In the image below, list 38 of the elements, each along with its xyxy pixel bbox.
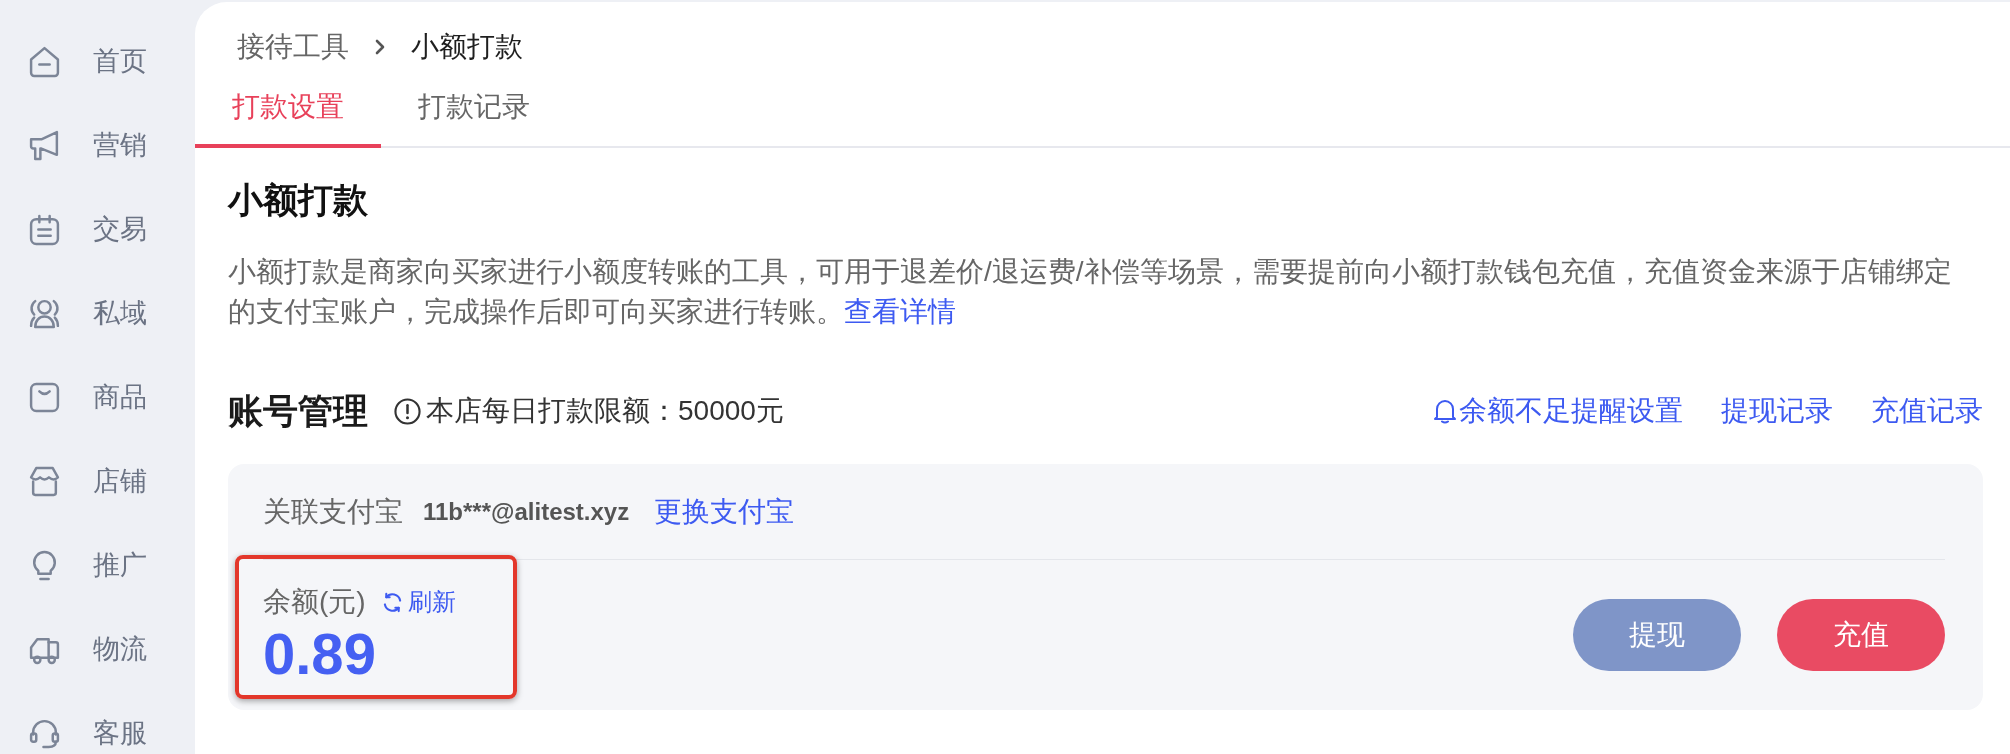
breadcrumb-current: 小额打款	[411, 30, 523, 64]
recharge-button[interactable]: 充值	[1777, 598, 1945, 671]
sidebar-item[interactable]: 首页	[0, 19, 195, 103]
sidebar-item[interactable]: 店铺	[0, 439, 195, 523]
refresh-button[interactable]: 刷新	[381, 586, 456, 618]
chevron-right-icon	[375, 39, 385, 55]
description-text: 小额打款是商家向买家进行小额度转账的工具，可用于退差价/退运费/补偿等场景，需要提前向小额打款钱包充值，充值资金来源于店铺绑定的支付宝账户，完成操作后即可向买家进行转账。查看详情	[228, 255, 1953, 329]
info-icon	[394, 397, 421, 425]
sidebar-item[interactable]: 客服	[0, 691, 195, 754]
clipboard-icon	[28, 212, 61, 246]
details-link[interactable]: 查看详情	[844, 296, 956, 327]
records-link[interactable]: 充值记录	[1871, 392, 1983, 430]
tab[interactable]: 打款记录	[381, 88, 567, 148]
sidebar-item[interactable]: 交易	[0, 187, 195, 271]
megaphone-icon	[28, 128, 61, 162]
shopping-bag-icon	[28, 380, 61, 414]
tab[interactable]: 打款设置	[195, 88, 381, 148]
section-title: 账号管理	[228, 390, 368, 432]
balance-label: 余额(元)	[263, 585, 366, 619]
section-title: 小额打款	[228, 179, 368, 221]
field-label: 关联支付宝	[263, 494, 403, 529]
sidebar-item[interactable]: 物流	[0, 607, 195, 691]
breadcrumb-link[interactable]: 接待工具	[237, 28, 349, 66]
sidebar-item[interactable]: 推广	[0, 523, 195, 607]
storefront-icon	[28, 464, 61, 498]
records-link[interactable]: 提现记录	[1721, 392, 1833, 430]
house-icon	[28, 44, 61, 78]
reminder-settings-link[interactable]: 余额不足提醒设置	[1433, 392, 1683, 430]
sidebar-item[interactable]: 商品	[0, 355, 195, 439]
limit-note: 本店每日打款限额：50000元	[426, 394, 784, 428]
sidebar-item[interactable]: 营销	[0, 103, 195, 187]
withdraw-button[interactable]: 提现	[1573, 598, 1741, 671]
sidebar-item[interactable]: 私域	[0, 271, 195, 355]
balance-amount: 0.89	[263, 623, 376, 685]
bell-icon	[1433, 398, 1457, 424]
change-account-link[interactable]: 更换支付宝	[654, 492, 795, 531]
account-value: 11b***@alitest.xyz	[423, 496, 630, 527]
refresh-icon	[381, 591, 403, 613]
